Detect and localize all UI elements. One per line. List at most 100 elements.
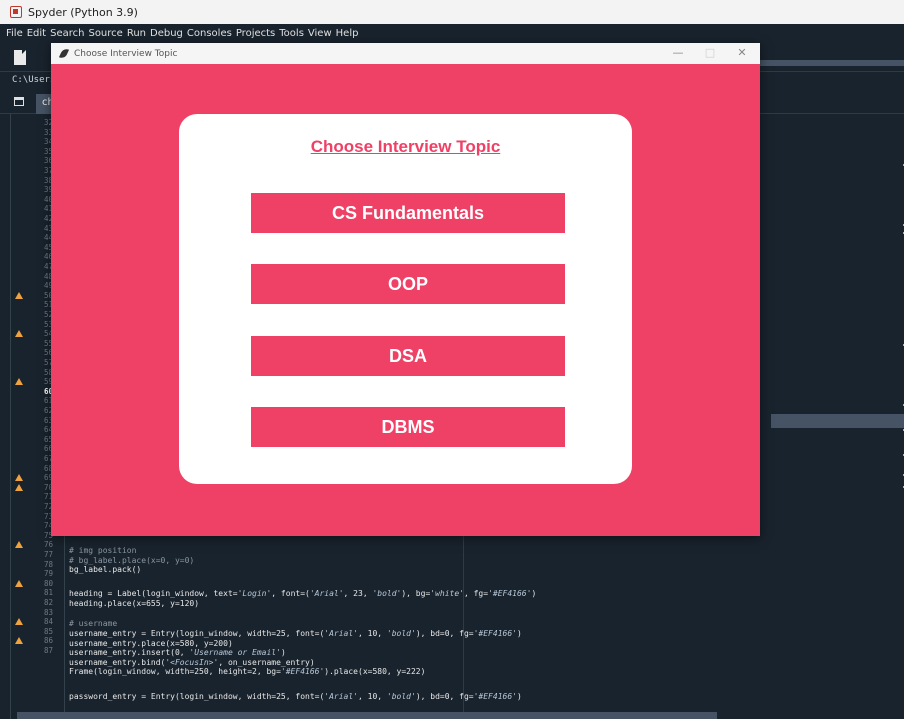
line-number: 39 (43, 185, 53, 195)
line-number: 76 (43, 540, 53, 550)
code-line-80: username_entry = Entry(login_window, wid… (69, 629, 522, 638)
line-number: 36 (43, 156, 53, 166)
line-number: 60 (43, 386, 53, 396)
line-number: 66 (43, 444, 53, 454)
line-number: 55 (43, 338, 53, 348)
dbms-button[interactable]: DBMS (251, 407, 565, 447)
line-number: 33 (43, 127, 53, 137)
toolbar-strip (760, 60, 904, 66)
code-line-86: password_entry = Entry(login_window, wid… (69, 692, 522, 701)
horizontal-scrollbar[interactable] (17, 712, 717, 719)
line-number: 32 (43, 118, 53, 127)
tk-feather-icon (58, 47, 70, 60)
line-number: 86 (43, 636, 53, 646)
line-number: 46 (43, 252, 53, 262)
menu-consoles[interactable]: Consoles (187, 28, 232, 39)
code-line-79: # username (69, 619, 118, 628)
editor-split-band (771, 414, 904, 428)
line-number: 52 (43, 310, 53, 319)
topic-card: Choose Interview Topic CS Fundamentals O… (179, 114, 632, 484)
line-number: 61 (43, 396, 53, 406)
maximize-button[interactable]: □ (701, 46, 719, 59)
menu-file[interactable]: File (6, 28, 23, 39)
line-number: 83 (43, 607, 53, 617)
line-number: 72 (43, 502, 53, 511)
line-number: 80 (43, 578, 53, 588)
line-number: 82 (43, 598, 53, 607)
cs-fundamentals-button[interactable]: CS Fundamentals (251, 193, 565, 233)
line-number: 85 (43, 626, 53, 636)
warning-icon[interactable] (15, 541, 23, 549)
line-number: 53 (43, 319, 53, 329)
code-line-74: bg_label.pack() (69, 565, 142, 574)
line-number: 41 (43, 204, 53, 214)
minimize-button[interactable]: — (669, 46, 687, 59)
oop-button[interactable]: OOP (251, 264, 565, 304)
new-file-icon[interactable] (14, 50, 26, 65)
line-number: 87 (43, 646, 53, 655)
menu-run[interactable]: Run (127, 28, 146, 39)
line-number: 57 (43, 358, 53, 367)
line-number: 81 (43, 588, 53, 598)
tk-window-title: Choose Interview Topic (74, 48, 178, 59)
tk-titlebar: Choose Interview Topic — □ ✕ (51, 43, 760, 64)
warning-icon[interactable] (15, 330, 23, 338)
line-number: 74 (43, 521, 53, 531)
line-number: 50 (43, 290, 53, 300)
line-number: 47 (43, 262, 53, 271)
spyder-logo-icon (10, 6, 22, 18)
menu-tools[interactable]: Tools (279, 28, 304, 39)
menu-search[interactable]: Search (50, 28, 84, 39)
line-number: 65 (43, 434, 53, 444)
line-number: 77 (43, 550, 53, 559)
code-line-82: username_entry.insert(0, 'Username or Em… (69, 648, 286, 657)
line-number: 79 (43, 569, 53, 579)
topic-heading: Choose Interview Topic (310, 137, 501, 156)
line-number: 37 (43, 166, 53, 175)
line-number: 49 (43, 281, 53, 291)
line-number: 68 (43, 463, 53, 473)
menu-view[interactable]: View (308, 28, 332, 39)
line-number: 67 (43, 454, 53, 463)
line-number: 59 (43, 377, 53, 387)
code-line-83: username_entry.bind('<FocusIn>', on_user… (69, 657, 315, 667)
warning-icon[interactable] (15, 579, 23, 587)
warning-icon[interactable] (15, 618, 23, 626)
ide-titlebar: Spyder (Python 3.9) (0, 0, 904, 24)
warning-icon[interactable] (15, 483, 23, 491)
line-number: 69 (43, 473, 53, 483)
line-number: 62 (43, 406, 53, 415)
line-number: 78 (43, 559, 53, 569)
warning-icon[interactable] (15, 474, 23, 482)
line-number: 73 (43, 511, 53, 521)
line-number: 64 (43, 425, 53, 435)
code-line-73: # bg_label.place(x=0, y=0) (69, 555, 195, 565)
line-number: 71 (43, 492, 53, 502)
line-number: 42 (43, 214, 53, 223)
line-number: 48 (43, 271, 53, 281)
menu-debug[interactable]: Debug (150, 28, 183, 39)
browse-tabs-icon[interactable] (14, 97, 24, 106)
line-number: 45 (43, 242, 53, 252)
line-number: 70 (43, 482, 53, 492)
choose-topic-window: Choose Interview Topic — □ ✕ Choose Inte… (51, 43, 760, 536)
menu-help[interactable]: Help (336, 28, 359, 39)
menu-projects[interactable]: Projects (236, 28, 275, 39)
menu-edit[interactable]: Edit (27, 28, 46, 39)
warning-icon[interactable] (15, 378, 23, 386)
warning-icon[interactable] (15, 637, 23, 645)
ide-menubar: File Edit Search Source Run Debug Consol… (0, 24, 904, 42)
menu-source[interactable]: Source (88, 28, 122, 39)
code-line-81: username_entry.place(x=580, y=200) (69, 638, 233, 648)
line-number: 63 (43, 415, 53, 425)
dsa-button[interactable]: DSA (251, 336, 565, 376)
line-number: 43 (43, 223, 53, 233)
line-number: 44 (43, 233, 53, 243)
close-button[interactable]: ✕ (733, 46, 751, 59)
line-number: 35 (43, 146, 53, 156)
line-number: 38 (43, 175, 53, 185)
warning-icon[interactable] (15, 291, 23, 299)
line-number: 84 (43, 617, 53, 627)
line-number: 75 (43, 530, 53, 540)
line-number: 58 (43, 367, 53, 377)
